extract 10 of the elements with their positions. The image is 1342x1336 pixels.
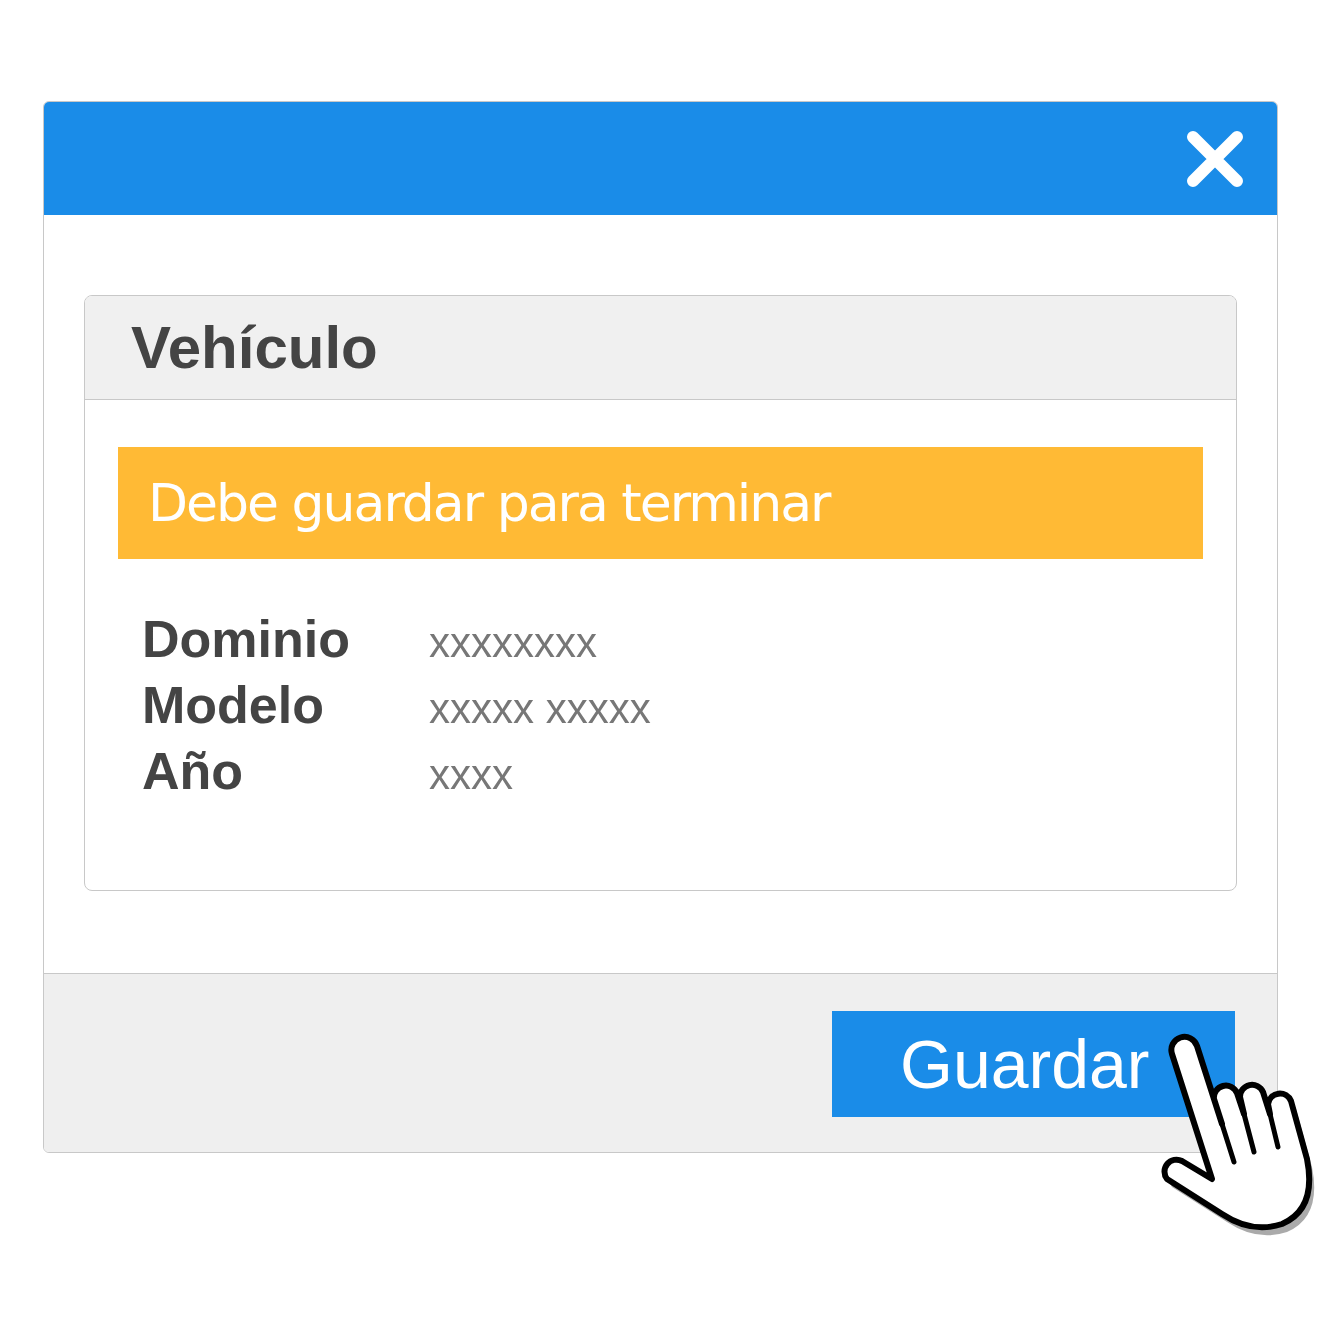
field-value: xxxx (429, 751, 514, 799)
field-value: xxxxx xxxxx (429, 685, 652, 733)
close-icon[interactable] (1185, 128, 1245, 189)
card-title: Vehículo (131, 313, 378, 382)
field-value: xxxxxxxx (429, 619, 598, 667)
field-label: Año (142, 741, 245, 801)
field-label: Dominio (142, 609, 351, 669)
warning-message: Debe guardar para terminar (148, 473, 830, 533)
save-button[interactable]: Guardar (832, 1011, 1235, 1117)
field-label: Modelo (142, 675, 325, 735)
